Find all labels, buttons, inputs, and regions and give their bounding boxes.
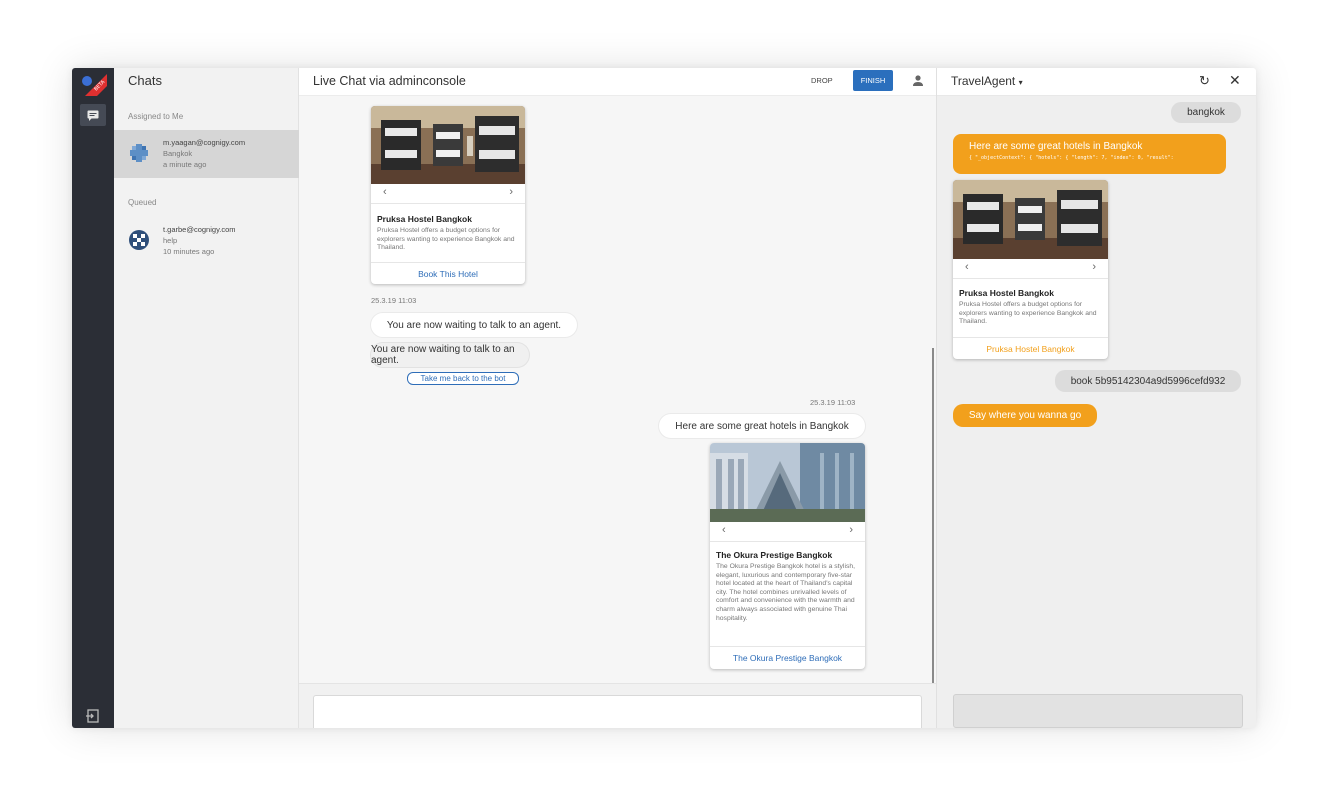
logout-button[interactable]	[85, 708, 101, 724]
card-description: Pruksa Hostel offers a budget options fo…	[377, 227, 515, 252]
agent-message-input[interactable]	[953, 694, 1243, 728]
chat-bubble-icon	[87, 110, 99, 121]
card-title: The Okura Prestige Bangkok	[716, 550, 833, 560]
carousel-nav: ‹ ›	[710, 522, 865, 542]
agent-panel-header: TravelAgent ▾ ↻ ✕	[937, 68, 1256, 96]
card-title: Pruksa Hostel Bangkok	[959, 288, 1054, 298]
hotel-card: ‹ › Pruksa Hostel Bangkok Pruksa Hostel …	[953, 180, 1108, 359]
chats-title: Chats	[128, 73, 162, 88]
carousel-nav: ‹ ›	[371, 184, 525, 204]
avatar	[128, 229, 150, 251]
bot-message: Here are some great hotels in Bangkok { …	[953, 134, 1226, 174]
message-bubble: You are now waiting to talk to an agent.	[371, 313, 577, 337]
chat-time: a minute ago	[163, 160, 207, 169]
message-input[interactable]	[313, 695, 922, 728]
card-title: Pruksa Hostel Bangkok	[377, 214, 472, 224]
logout-icon	[86, 709, 99, 723]
bot-message: Say where you wanna go	[953, 404, 1097, 427]
bot-message-text: Here are some great hotels in Bangkok	[969, 141, 1143, 152]
hotel-image	[371, 106, 525, 184]
chat-last-message: help	[163, 236, 178, 245]
chevron-left-icon[interactable]: ‹	[383, 186, 387, 198]
hotel-link-button[interactable]: Pruksa Hostel Bangkok	[953, 337, 1108, 359]
agent-name: TravelAgent	[951, 74, 1016, 88]
user-message: book 5b95142304a9d5996cefd932	[1055, 370, 1241, 392]
chevron-right-icon[interactable]: ›	[509, 186, 513, 198]
drop-button[interactable]: DROP	[811, 76, 833, 85]
avatar	[128, 142, 150, 164]
app-window: BETA Chats Assigned to Me m.yaagan@cogni…	[72, 68, 1256, 728]
agent-panel: TravelAgent ▾ ↻ ✕ bangkok Here are some …	[936, 68, 1256, 728]
user-icon[interactable]	[911, 74, 925, 88]
timestamp: 25.3.19 11:03	[371, 296, 417, 305]
chat-email: m.yaagan@cognigy.com	[163, 138, 246, 147]
hotel-image	[710, 443, 865, 522]
chevron-left-icon[interactable]: ‹	[722, 524, 726, 536]
chat-email: t.garbe@cognigy.com	[163, 225, 236, 234]
timestamp: 25.3.19 11:03	[810, 398, 856, 407]
chats-sidebar: Chats Assigned to Me m.yaagan@cognigy.co…	[114, 68, 299, 728]
conversation-header: Live Chat via adminconsole DROP FINISH	[299, 68, 936, 96]
hotel-image	[953, 180, 1108, 259]
chevron-right-icon[interactable]: ›	[1092, 261, 1096, 273]
agent-selector[interactable]: TravelAgent ▾	[951, 74, 1023, 88]
left-rail: BETA	[72, 68, 114, 728]
card-description: Pruksa Hostel offers a budget options fo…	[959, 301, 1097, 326]
hotel-link-button[interactable]: The Okura Prestige Bangkok	[710, 646, 865, 668]
message-bubble: Here are some great hotels in Bangkok	[659, 414, 865, 438]
chat-list-item[interactable]: m.yaagan@cognigy.com Bangkok a minute ag…	[114, 130, 299, 178]
message-bubble: You are now waiting to talk to an agent.	[371, 343, 529, 367]
chat-list-item[interactable]: t.garbe@cognigy.com help 10 minutes ago	[114, 217, 299, 265]
back-to-bot-button[interactable]: Take me back to the bot	[407, 372, 519, 385]
refresh-icon[interactable]: ↻	[1199, 73, 1210, 89]
conversation-title: Live Chat via adminconsole	[313, 74, 466, 88]
cognigy-logo: BETA	[77, 72, 107, 96]
book-hotel-button[interactable]: Book This Hotel	[371, 262, 525, 284]
finish-button[interactable]: FINISH	[853, 70, 893, 91]
carousel-nav: ‹ ›	[953, 259, 1108, 279]
chat-last-message: Bangkok	[163, 149, 193, 158]
conversation-pane: Live Chat via adminconsole DROP FINISH ‹…	[299, 68, 936, 728]
hotel-card: ‹ › The Okura Prestige Bangkok The Okura…	[710, 443, 865, 669]
card-description: The Okura Prestige Bangkok hotel is a st…	[716, 563, 856, 622]
chat-time: 10 minutes ago	[163, 247, 215, 256]
chevron-right-icon[interactable]: ›	[849, 524, 853, 536]
close-icon[interactable]: ✕	[1229, 72, 1241, 89]
user-message: bangkok	[1171, 102, 1241, 123]
chevron-left-icon[interactable]: ‹	[965, 261, 969, 273]
assigned-section-label: Assigned to Me	[128, 112, 184, 121]
json-preview: { "_objectContext": { "hotels": { "lengt…	[969, 155, 1174, 161]
queued-section-label: Queued	[128, 198, 157, 207]
caret-down-icon: ▾	[1018, 78, 1023, 87]
chats-nav-button[interactable]	[80, 104, 106, 126]
scrollbar[interactable]	[932, 348, 934, 683]
composer-area	[299, 683, 936, 728]
hotel-card: ‹ › Pruksa Hostel Bangkok Pruksa Hostel …	[371, 106, 525, 284]
